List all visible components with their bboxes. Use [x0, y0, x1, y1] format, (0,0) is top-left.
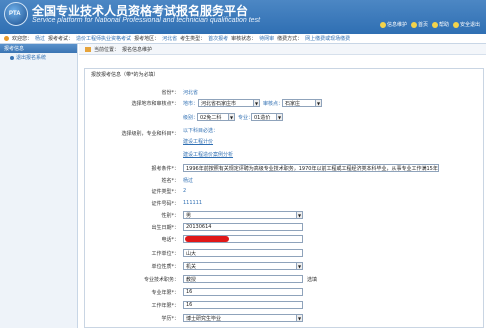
redaction-mark — [185, 236, 229, 242]
total-years-label: 工作年限*： — [151, 303, 179, 309]
gender-label: 性别*： — [161, 213, 179, 219]
home-icon — [85, 46, 91, 52]
chevron-down-icon: ▼ — [315, 100, 321, 106]
name-label: 姓名*： — [161, 178, 179, 184]
chevron-down-icon: ▼ — [276, 114, 282, 120]
condition-label: 报考条件*： — [151, 166, 179, 172]
breadcrumb: 当前位置： 报名信息维护 — [79, 44, 486, 55]
logo-text: PTA — [9, 11, 21, 17]
education-select[interactable]: 博士研究生毕业 ▼ — [183, 314, 303, 322]
sidebar-item-logout[interactable]: 退出报名系统 — [0, 53, 77, 62]
work-years-label: 专业年限*： — [151, 290, 179, 296]
prof-title-input[interactable]: 教授 — [183, 275, 303, 283]
level-select[interactable]: 02免二科 ▼ — [197, 113, 235, 121]
subject-link-1[interactable]: 建设工程计价 — [183, 138, 213, 145]
province-label: 省份*： — [161, 90, 179, 96]
registration-form-panel: 报放报考信息（带*的为必填） 省份*： 河北省 选择地市和审核点*： 地市： 河… — [84, 68, 484, 328]
bullet-icon — [10, 55, 14, 60]
chevron-down-icon: ▼ — [296, 212, 302, 218]
prof-title-label: 专业技术职务： — [143, 277, 179, 283]
audit-point-select[interactable]: 石家庄 ▼ — [282, 99, 322, 107]
site-subtitle: Service platform for National Profession… — [32, 17, 261, 24]
sidebar-header: 报考信息 — [0, 44, 77, 53]
education-label: 学历*： — [161, 316, 179, 322]
subject-link-2[interactable]: 建设工程造价案例分析 — [183, 151, 233, 158]
birth-date-label: 出生日期*： — [151, 225, 179, 231]
info-icon — [379, 21, 386, 28]
level-label: 选择级别，专业和科目*： — [121, 131, 179, 137]
logout-icon — [452, 21, 459, 28]
chevron-down-icon: ▼ — [296, 263, 302, 269]
top-links: 信息维护 首页 帮助 安全退出 — [379, 21, 480, 28]
user-icon — [4, 36, 9, 41]
home-icon — [410, 21, 417, 28]
help-link[interactable]: 帮助 — [431, 21, 449, 28]
name-value: 杨过 — [183, 178, 194, 184]
help-icon — [431, 21, 438, 28]
site-header: PTA 全国专业技术人员资格考试报名服务平台 Service platform … — [0, 0, 486, 34]
subject-hint: 以下科目必选： — [183, 128, 219, 134]
logout-link[interactable]: 安全退出 — [452, 21, 480, 28]
phone-label: 电话*： — [161, 237, 179, 243]
optional-hint: 选填 — [307, 277, 318, 283]
province-value: 河北省 — [183, 90, 199, 96]
id-number-value: 111111 — [183, 200, 203, 206]
work-years-input[interactable]: 16 — [183, 288, 303, 296]
chevron-down-icon: ▼ — [437, 165, 438, 171]
employer-input[interactable]: 山大 — [183, 249, 303, 257]
birth-date-input[interactable]: 20130614 — [183, 223, 303, 231]
condition-select[interactable]: 1996年前按照有关规定评聘为高级专业技术职务，1970年以前工程或工程经济类本… — [183, 164, 439, 172]
panel-title: 报放报考信息（带*的为必填） — [91, 71, 159, 78]
home-link[interactable]: 首页 — [410, 21, 428, 28]
city-label: 选择地市和审核点*： — [131, 101, 179, 107]
major-select[interactable]: 01造价 ▼ — [251, 113, 283, 121]
employer-label: 工作单位*： — [151, 251, 179, 257]
sidebar: 报考信息 退出报名系统 — [0, 44, 78, 328]
id-number-label: 证件号码*： — [151, 201, 179, 207]
unit-nature-select[interactable]: 机关 ▼ — [183, 262, 303, 270]
user-info-bar: 欢迎您： 杨过 报考考试： 造价工程师执业资格考试 报考地区： 河北省 考生类型： 首次… — [0, 34, 486, 44]
gender-select[interactable]: 男 ▼ — [183, 211, 303, 219]
chevron-down-icon: ▼ — [296, 315, 302, 321]
city-select[interactable]: 河北省石家庄市 ▼ — [198, 99, 260, 107]
unit-nature-label: 单位性质*： — [151, 264, 179, 270]
id-type-value: 2 — [183, 188, 187, 194]
total-years-input[interactable]: 16 — [183, 301, 303, 309]
info-maintain-link[interactable]: 信息维护 — [379, 21, 407, 28]
id-type-label: 证件类型*： — [151, 189, 179, 195]
pta-logo: PTA — [4, 2, 28, 26]
chevron-down-icon: ▼ — [253, 100, 259, 106]
chevron-down-icon: ▼ — [228, 114, 234, 120]
